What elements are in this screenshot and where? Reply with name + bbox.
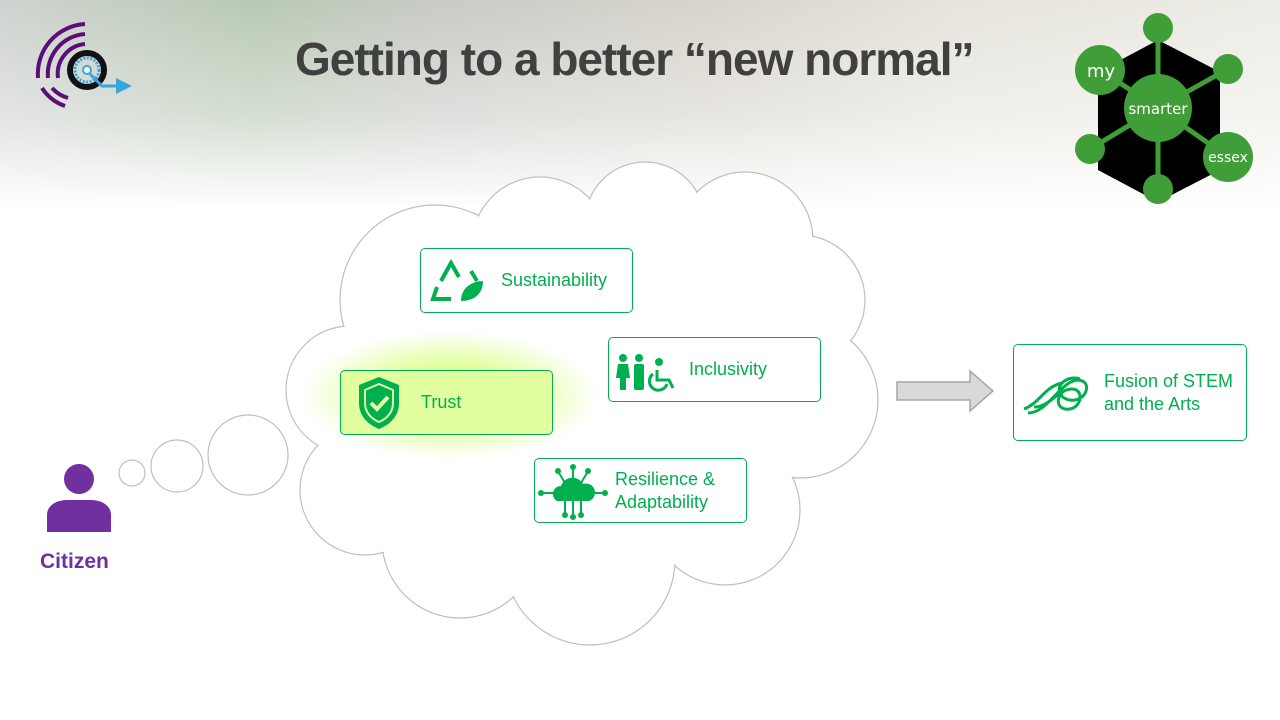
cloud-item-label: Inclusivity (689, 359, 768, 379)
shield-check-icon (359, 376, 399, 429)
knot-icon (1023, 376, 1089, 414)
cloud-item-label: Resilience & Adaptability (615, 468, 716, 512)
citizen-label: Citizen (40, 550, 109, 573)
outcome-label: Fusion of STEM and the Arts (1104, 370, 1234, 414)
recycle-leaf-icon (430, 258, 483, 301)
people-wheelchair-icon (616, 353, 675, 392)
cloud-item-label: Trust (421, 392, 462, 412)
cloud-network-icon (538, 463, 608, 520)
cloud-item-resilience: Resilience & Adaptability (534, 458, 747, 523)
cloud-item-label: Sustainability (501, 270, 608, 290)
cloud-item-sustainability: Sustainability (420, 248, 633, 313)
cloud-item-inclusivity: Inclusivity (608, 337, 821, 402)
person-icon (47, 464, 111, 532)
outcome-fusion-stem-arts: Fusion of STEM and the Arts (1013, 344, 1247, 441)
cloud-item-trust: Trust (340, 370, 553, 435)
arrow-right-icon (896, 369, 995, 413)
